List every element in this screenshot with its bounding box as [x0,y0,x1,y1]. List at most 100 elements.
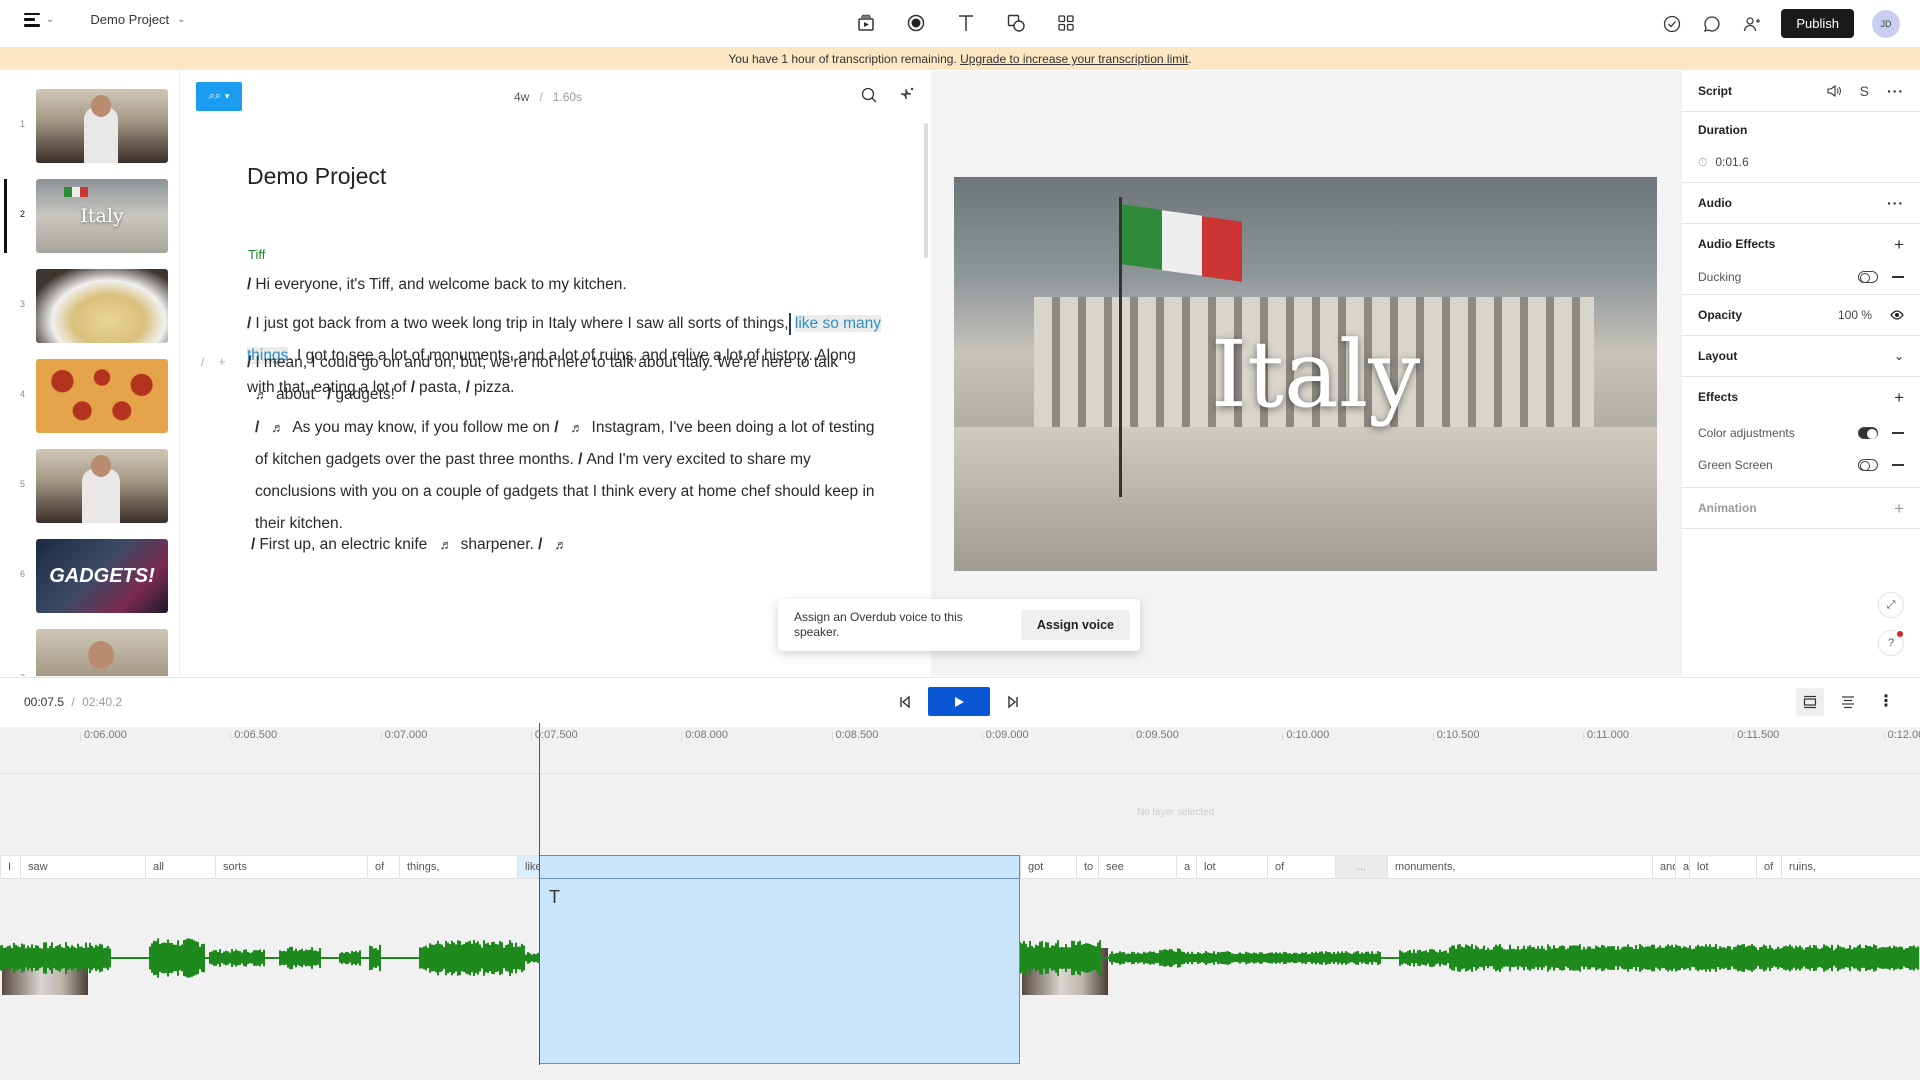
skip-back-icon[interactable] [898,695,912,709]
duration-value[interactable]: 0:01.6 [1715,155,1748,169]
timeline-word[interactable]: see [1098,856,1176,878]
script-paragraph[interactable]: / I mean, I could go on and on, but, we'r… [247,347,887,411]
add-icon[interactable]: + [218,354,226,369]
green-screen-toggle[interactable] [1858,459,1878,471]
script-paragraph[interactable]: / First up, an electric knife ♬ sharpener.… [247,529,887,561]
opacity-value[interactable]: 100 % [1838,308,1872,322]
timeline-word[interactable]: sorts [215,856,367,878]
timeline-word[interactable]: all [145,856,215,878]
avatar[interactable]: JD [1872,9,1900,38]
layout-title[interactable]: Layout [1698,349,1737,363]
fullscreen-button[interactable]: ⤢ [1878,592,1904,618]
search-icon[interactable] [860,86,878,104]
text-cursor-icon: T [549,887,560,907]
script-paragraph[interactable]: / Hi everyone, it's Tiff, and welcome bac… [247,269,887,301]
scene-item[interactable]: 6 GADGETS! [0,539,179,613]
scene-break-marker[interactable]: / [554,419,558,436]
add-animation-icon[interactable]: + [1894,500,1904,517]
voicemail-icon: ⌕⌕ [208,90,221,102]
timeline-word[interactable]: monuments, [1387,856,1652,878]
playhead[interactable] [539,723,540,1065]
paragraph-text: gadgets! [335,386,395,403]
sparkle-icon[interactable] [898,86,916,104]
assign-voice-button[interactable]: Assign voice [1020,610,1130,640]
add-effect-icon[interactable]: + [1894,389,1904,406]
timeline-word[interactable]: things, [399,856,517,878]
speaker-label[interactable]: Tiff [248,247,265,262]
scene-break-marker[interactable]: / [538,536,542,553]
scene-break-marker[interactable]: / [255,419,259,436]
grid-layout-button[interactable] [1055,12,1077,34]
help-button[interactable]: ? [1878,630,1904,656]
remove-green-screen-icon[interactable] [1892,464,1904,466]
skip-forward-icon[interactable] [1006,695,1020,709]
paragraph-text: I just got back from a two week long tri… [255,315,789,332]
upgrade-link[interactable]: Upgrade to increase your transcription l… [960,52,1188,66]
speaker-volume-icon[interactable] [1826,84,1842,98]
project-title-dropdown[interactable]: Demo Project ⌄ [90,12,185,27]
publish-button[interactable]: Publish [1781,9,1854,38]
more-options-icon[interactable]: ··· [1887,195,1904,211]
timeline-word[interactable]: of [1267,856,1335,878]
timeline-word[interactable]: got [1020,856,1076,878]
scene-item-selected[interactable]: 2 Italy [0,179,179,253]
strikethrough-s-icon[interactable]: S [1860,83,1869,99]
preview-title-text[interactable]: Italy [954,177,1657,571]
timeline-word[interactable]: ruins, [1781,856,1854,878]
timeline-word[interactable]: saw [20,856,145,878]
timeline-word[interactable]: lot [1196,856,1267,878]
check-button[interactable] [1661,13,1683,35]
scene-break-marker[interactable]: / [327,386,331,403]
scene-item[interactable]: 1 [0,89,179,163]
selection-block[interactable] [539,855,1020,1064]
timeline[interactable]: No layer selected Isaw all sorts of things, l… [0,745,1920,1080]
scene-break-marker[interactable]: / [247,315,251,332]
align-view-button[interactable] [1834,688,1862,716]
timeline-word[interactable]: lot [1689,856,1756,878]
timeline-word[interactable]: to [1076,856,1098,878]
speaker-dropdown-button[interactable]: ⌕⌕ ▾ [196,82,242,111]
timeline-word[interactable]: of [367,856,399,878]
ducking-toggle[interactable] [1858,271,1878,283]
chevron-down-icon[interactable]: ⌄ [1894,349,1904,363]
shapes-button[interactable] [1005,12,1027,34]
scene-break-marker[interactable]: / [247,276,251,293]
timeline-word[interactable]: ... [1335,856,1387,878]
clip-view-button[interactable] [1796,688,1824,716]
scene-break-marker[interactable]: / [578,451,582,468]
timeline-word[interactable]: a [1176,856,1196,878]
scene-item[interactable]: 7 [0,629,179,676]
add-audio-effect-icon[interactable]: + [1894,236,1904,253]
eye-icon[interactable] [1890,310,1904,320]
remove-ducking-icon[interactable] [1892,276,1904,278]
comments-button[interactable] [1701,13,1723,35]
video-preview[interactable]: Italy [954,177,1657,571]
script-scrollbar[interactable] [924,123,928,258]
timeline-word[interactable]: of [1756,856,1781,878]
scene-item[interactable]: 5 [0,449,179,523]
timeline-more-button[interactable]: ⋮ [1872,688,1900,716]
timeline-word[interactable]: a [1675,856,1689,878]
color-adjustments-toggle[interactable] [1858,427,1878,439]
more-options-icon[interactable]: ··· [1887,83,1904,99]
scene-item[interactable]: 3 [0,269,179,343]
media-icon [858,14,874,31]
timeline-ruler[interactable]: 0:06.000 0:06.500 0:07.000 0:07.500 0:08.000… [0,727,1920,745]
scene-item[interactable]: 4 [0,359,179,433]
text-tool-button[interactable] [955,12,977,34]
script-paragraph[interactable]: / ♬ As you may know, if you follow me on /… [247,412,887,540]
record-button[interactable] [905,12,927,34]
ruler-tick-label: 0:07.000 [380,729,428,741]
script-editor[interactable]: ⌕⌕ ▾ 4w/1.60s Demo Project Tiff / Hi every… [181,71,930,676]
remove-color-adjustments-icon[interactable] [1892,432,1904,434]
scene-break-marker[interactable]: / [247,354,251,371]
overdub-popover: Assign an Overdub voice to this speaker.… [778,599,1140,651]
play-button[interactable] [928,687,990,716]
timeline-word[interactable]: and [1652,856,1675,878]
media-library-button[interactable] [855,12,877,34]
main-menu-button[interactable]: ⌄ [24,12,54,27]
scene-break-marker[interactable]: / [251,536,255,553]
timeline-word[interactable]: I [0,856,20,878]
vertical-dots-icon: ⋮ [1878,693,1894,710]
share-button[interactable] [1741,13,1763,35]
